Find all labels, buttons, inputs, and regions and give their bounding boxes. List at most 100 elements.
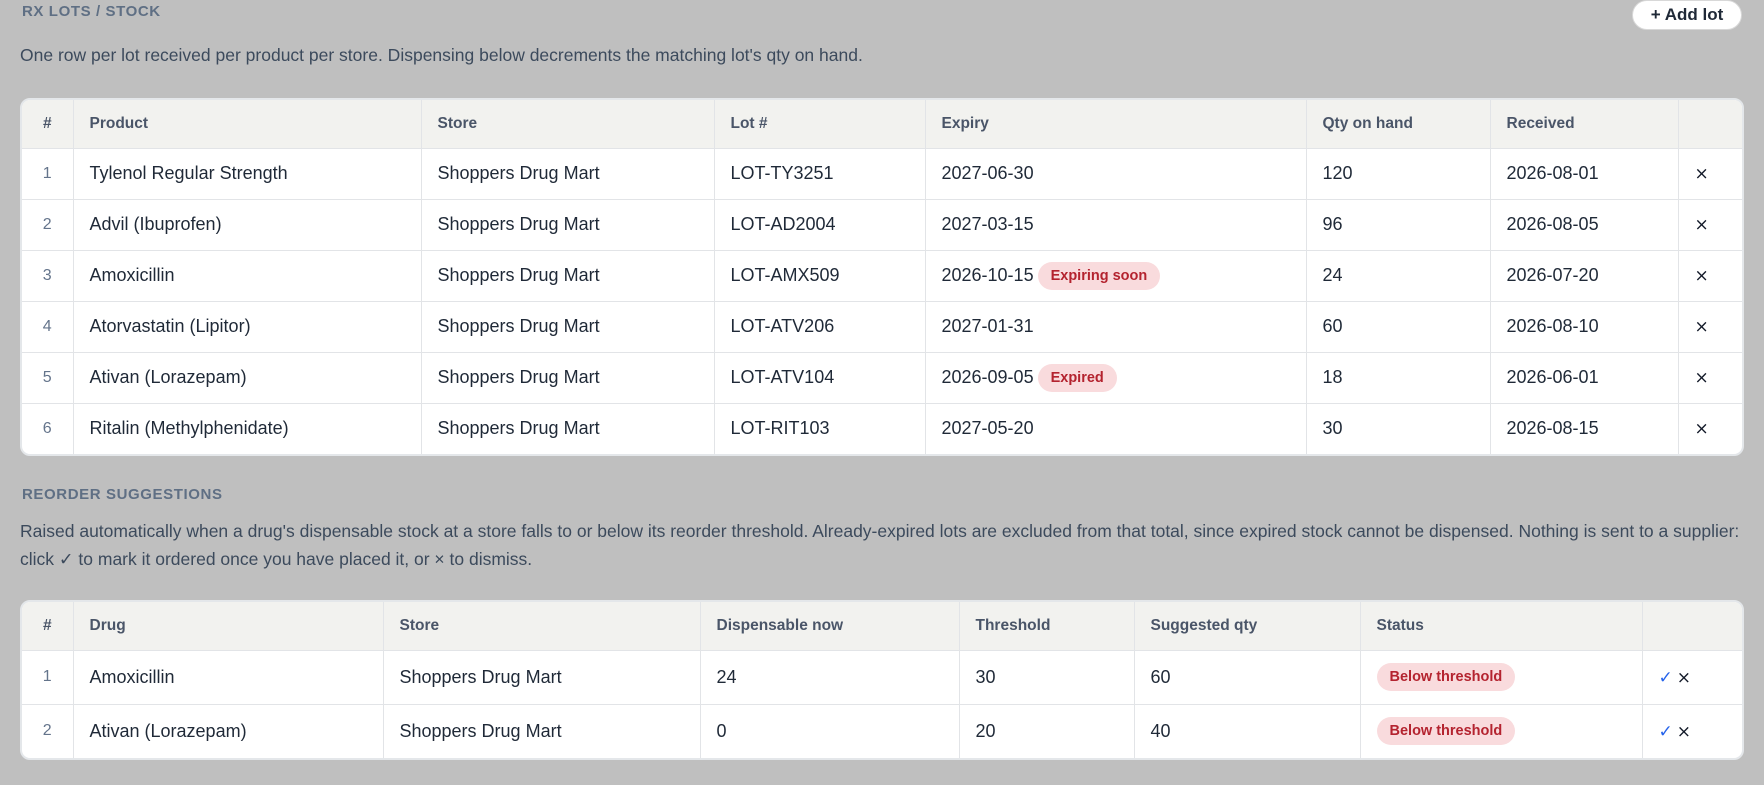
expiry-cell: 2026-10-15 Expiring soon xyxy=(925,249,1307,301)
expiry-badge: Expired xyxy=(1037,363,1117,392)
actions-cell: × xyxy=(1678,147,1742,199)
received-cell: 2026-08-01 xyxy=(1490,147,1679,199)
received-cell: 2026-08-05 xyxy=(1490,198,1679,250)
expiry-date: 2026-10-15 xyxy=(941,264,1034,285)
col-header-actions xyxy=(1678,100,1742,148)
qty-cell: 60 xyxy=(1306,300,1491,352)
delete-lot-button[interactable]: × xyxy=(1695,368,1709,388)
delete-lot-button[interactable]: × xyxy=(1695,215,1709,235)
threshold-cell: 20 xyxy=(959,703,1135,758)
status-cell: Below threshold xyxy=(1360,649,1643,704)
lots-description: One row per lot received per product per… xyxy=(20,45,863,65)
actions-cell: ✓ × xyxy=(1642,703,1742,758)
col-header-received[interactable]: Received xyxy=(1490,100,1679,148)
actions-cell: × xyxy=(1678,249,1742,301)
reorder-section-title: REORDER SUGGESTIONS xyxy=(22,486,223,503)
expiry-date: 2027-06-30 xyxy=(941,163,1034,183)
actions-cell: × xyxy=(1678,198,1742,250)
delete-lot-button[interactable]: × xyxy=(1695,419,1709,439)
mark-ordered-button[interactable]: ✓ xyxy=(1659,722,1673,742)
mark-ordered-button[interactable]: ✓ xyxy=(1659,668,1673,688)
actions-cell: × xyxy=(1678,402,1742,454)
table-row: 2 Advil (Ibuprofen) Shoppers Drug Mart LOT-… xyxy=(22,198,1742,250)
expiry-cell: 2027-06-30 xyxy=(925,147,1307,199)
expiry-date: 2027-03-15 xyxy=(941,214,1034,234)
lot-cell: LOT-ATV206 xyxy=(714,300,926,352)
row-number: 2 xyxy=(22,703,74,758)
col-header-qty[interactable]: Qty on hand xyxy=(1306,100,1491,148)
received-cell: 2026-07-20 xyxy=(1490,249,1679,301)
col-header-lot[interactable]: Lot # xyxy=(714,100,926,148)
row-number: 3 xyxy=(22,249,74,301)
col-header-drug[interactable]: Drug xyxy=(73,602,384,650)
store-cell: Shoppers Drug Mart xyxy=(421,249,715,301)
row-number: 5 xyxy=(22,351,74,403)
store-cell: Shoppers Drug Mart xyxy=(421,402,715,454)
reorder-description-line1: Raised automatically when a drug's dispe… xyxy=(20,521,1740,541)
status-badge: Below threshold xyxy=(1376,663,1516,691)
expiry-cell: 2027-03-15 xyxy=(925,198,1307,250)
dismiss-button[interactable]: × xyxy=(1677,668,1691,688)
lot-cell: LOT-AD2004 xyxy=(714,198,926,250)
row-number: 4 xyxy=(22,300,74,352)
add-lot-button[interactable]: + Add lot xyxy=(1632,0,1742,30)
delete-lot-button[interactable]: × xyxy=(1695,317,1709,337)
expiry-cell: 2027-05-20 xyxy=(925,402,1307,454)
store-cell: Shoppers Drug Mart xyxy=(421,351,715,403)
reorder-description-line2: click ✓ to mark it ordered once you have… xyxy=(20,549,533,569)
col-header-store[interactable]: Store xyxy=(421,100,715,148)
store-cell: Shoppers Drug Mart xyxy=(421,300,715,352)
col-header-store[interactable]: Store xyxy=(383,602,701,650)
delete-lot-button[interactable]: × xyxy=(1695,164,1709,184)
product-cell: Tylenol Regular Strength xyxy=(73,147,422,199)
reorder-description: Raised automatically when a drug's dispe… xyxy=(20,517,1739,573)
product-cell: Atorvastatin (Lipitor) xyxy=(73,300,422,352)
col-header-threshold[interactable]: Threshold xyxy=(959,602,1135,650)
received-cell: 2026-06-01 xyxy=(1490,351,1679,403)
product-cell: Amoxicillin xyxy=(73,249,422,301)
dismiss-button[interactable]: × xyxy=(1677,722,1691,742)
col-header-number: # xyxy=(22,602,74,650)
table-row: 1 Amoxicillin Shoppers Drug Mart 24 30 60 Belo… xyxy=(22,649,1742,704)
row-number: 6 xyxy=(22,402,74,454)
qty-cell: 24 xyxy=(1306,249,1491,301)
qty-cell: 30 xyxy=(1306,402,1491,454)
actions-cell: × xyxy=(1678,300,1742,352)
expiry-cell: 2027-01-31 xyxy=(925,300,1307,352)
received-cell: 2026-08-15 xyxy=(1490,402,1679,454)
qty-cell: 96 xyxy=(1306,198,1491,250)
received-cell: 2026-08-10 xyxy=(1490,300,1679,352)
lot-cell: LOT-AMX509 xyxy=(714,249,926,301)
lot-cell: LOT-RIT103 xyxy=(714,402,926,454)
expiry-cell: 2026-09-05 Expired xyxy=(925,351,1307,403)
col-header-actions xyxy=(1642,602,1742,650)
col-header-status[interactable]: Status xyxy=(1360,602,1643,650)
reorder-table: # Drug Store Dispensable now Threshold S… xyxy=(20,600,1744,760)
actions-cell: ✓ × xyxy=(1642,649,1742,704)
table-row: 6 Ritalin (Methylphenidate) Shoppers Drug … xyxy=(22,402,1742,454)
col-header-number: # xyxy=(22,100,74,148)
lots-section-title: RX LOTS / STOCK xyxy=(22,3,161,20)
row-number: 2 xyxy=(22,198,74,250)
expiry-date: 2027-01-31 xyxy=(941,316,1034,336)
col-header-expiry[interactable]: Expiry xyxy=(925,100,1307,148)
drug-cell: Ativan (Lorazepam) xyxy=(73,703,384,758)
product-cell: Ativan (Lorazepam) xyxy=(73,351,422,403)
col-header-suggested[interactable]: Suggested qty xyxy=(1134,602,1361,650)
qty-cell: 18 xyxy=(1306,351,1491,403)
store-cell: Shoppers Drug Mart xyxy=(383,703,701,758)
suggested-cell: 60 xyxy=(1134,649,1361,704)
status-badge: Below threshold xyxy=(1376,717,1516,746)
status-cell: Below threshold xyxy=(1360,703,1643,758)
table-row: 2 Ativan (Lorazepam) Shoppers Drug Mart 0 20… xyxy=(22,703,1742,758)
col-header-dispensable[interactable]: Dispensable now xyxy=(700,602,960,650)
store-cell: Shoppers Drug Mart xyxy=(421,198,715,250)
delete-lot-button[interactable]: × xyxy=(1695,266,1709,286)
threshold-cell: 30 xyxy=(959,649,1135,704)
table-row: 5 Ativan (Lorazepam) Shoppers Drug Mart LOT… xyxy=(22,351,1742,403)
product-cell: Ritalin (Methylphenidate) xyxy=(73,402,422,454)
suggested-cell: 40 xyxy=(1134,703,1361,758)
table-row: 1 Tylenol Regular Strength Shoppers Drug M… xyxy=(22,147,1742,199)
row-number: 1 xyxy=(22,649,74,704)
col-header-product[interactable]: Product xyxy=(73,100,422,148)
